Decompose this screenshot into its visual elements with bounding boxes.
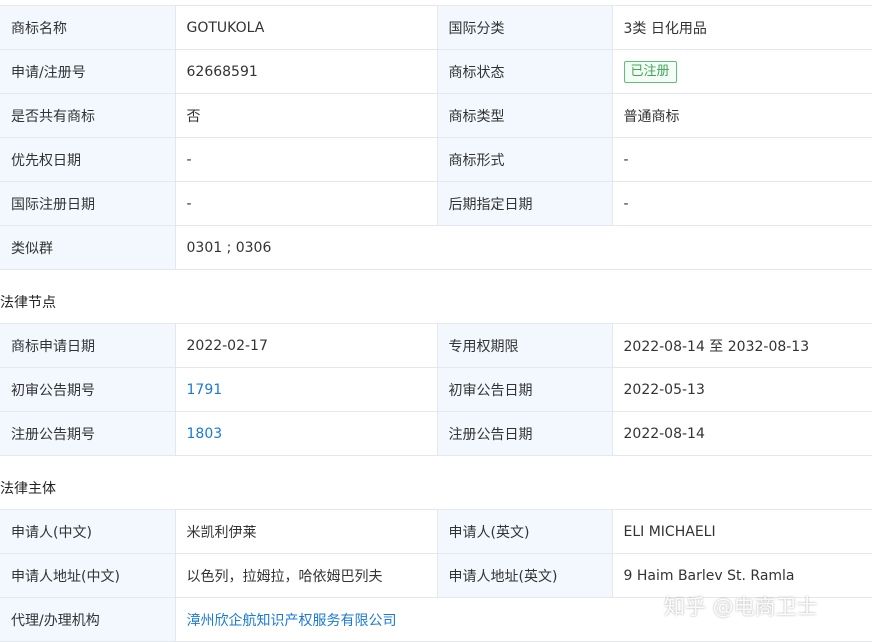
table-row: 商标名称 GOTUKOLA 国际分类 3类 日化用品 xyxy=(0,5,872,50)
exclusive-right-period-value: 2022-08-14 至 2032-08-13 xyxy=(611,323,872,368)
preliminary-date-value: 2022-05-13 xyxy=(611,367,872,412)
agency-link[interactable]: 漳州欣企航知识产权服务有限公司 xyxy=(187,613,397,629)
table-row: 申请人(中文) 米凯利伊莱 申请人(英文) ELI MICHAELI xyxy=(0,509,872,554)
field-label: 初审公告期号 xyxy=(0,367,176,412)
field-label: 优先权日期 xyxy=(0,137,176,182)
field-label: 商标申请日期 xyxy=(0,323,176,368)
applicant-cn-value: 米凯利伊莱 xyxy=(174,509,438,554)
field-label: 申请人地址(英文) xyxy=(436,553,613,598)
table-row: 初审公告期号 1791 初审公告日期 2022-05-13 xyxy=(0,367,872,412)
application-date-value: 2022-02-17 xyxy=(174,323,438,368)
field-label: 申请/注册号 xyxy=(0,49,176,94)
applicant-address-cn-value: 以色列，拉姆拉，哈依姆巴列夫 xyxy=(174,553,438,598)
field-label: 商标形式 xyxy=(436,137,613,182)
section-title-legal-nodes: 法律节点 xyxy=(0,295,56,311)
legal-entity-table: 申请人(中文) 米凯利伊莱 申请人(英文) ELI MICHAELI 申请人地址… xyxy=(0,509,872,642)
trademark-form-value: - xyxy=(611,137,872,182)
field-label: 申请人(中文) xyxy=(0,509,176,554)
field-label: 注册公告期号 xyxy=(0,411,176,456)
later-designation-date-value: - xyxy=(611,181,872,226)
registration-number: 62668591 xyxy=(174,49,438,94)
registration-issue-link[interactable]: 1803 xyxy=(187,426,223,442)
field-label: 申请人地址(中文) xyxy=(0,553,176,598)
preliminary-issue-cell: 1791 xyxy=(174,367,438,412)
field-label: 商标状态 xyxy=(436,49,613,94)
field-label: 是否共有商标 xyxy=(0,93,176,138)
field-label: 后期指定日期 xyxy=(436,181,613,226)
field-label: 类似群 xyxy=(0,225,176,270)
field-label: 国际注册日期 xyxy=(0,181,176,226)
status-cell: 已注册 xyxy=(611,49,872,94)
table-row: 商标申请日期 2022-02-17 专用权期限 2022-08-14 至 203… xyxy=(0,323,872,368)
field-label: 代理/办理机构 xyxy=(0,597,176,642)
shared-trademark-value: 否 xyxy=(174,93,438,138)
table-row: 优先权日期 - 商标形式 - xyxy=(0,137,872,182)
trademark-name: GOTUKOLA xyxy=(174,5,438,50)
field-label: 初审公告日期 xyxy=(436,367,613,412)
status-badge: 已注册 xyxy=(623,60,677,83)
section-title-legal-entity: 法律主体 xyxy=(0,481,56,497)
table-row: 国际注册日期 - 后期指定日期 - xyxy=(0,181,872,226)
field-label: 注册公告日期 xyxy=(436,411,613,456)
preliminary-issue-link[interactable]: 1791 xyxy=(187,382,223,398)
table-row: 类似群 0301 ; 0306 xyxy=(0,225,872,270)
field-label: 专用权期限 xyxy=(436,323,613,368)
legal-nodes-table: 商标申请日期 2022-02-17 专用权期限 2022-08-14 至 203… xyxy=(0,323,872,456)
table-row: 是否共有商标 否 商标类型 普通商标 xyxy=(0,93,872,138)
similar-group-value: 0301 ; 0306 xyxy=(174,225,872,270)
intl-registration-date-value: - xyxy=(174,181,438,226)
watermark: 知乎 @电商卫士 xyxy=(664,595,818,619)
field-label: 商标类型 xyxy=(436,93,613,138)
priority-date-value: - xyxy=(174,137,438,182)
field-label: 申请人(英文) xyxy=(436,509,613,554)
registration-date-value: 2022-08-14 xyxy=(611,411,872,456)
table-row: 注册公告期号 1803 注册公告日期 2022-08-14 xyxy=(0,411,872,456)
intl-class: 3类 日化用品 xyxy=(611,5,872,50)
field-label: 商标名称 xyxy=(0,5,176,50)
applicant-en-value: ELI MICHAELI xyxy=(611,509,872,554)
table-row: 申请/注册号 62668591 商标状态 已注册 xyxy=(0,49,872,94)
registration-issue-cell: 1803 xyxy=(174,411,438,456)
field-label: 国际分类 xyxy=(436,5,613,50)
basic-info-table: 商标名称 GOTUKOLA 国际分类 3类 日化用品 申请/注册号 626685… xyxy=(0,5,872,270)
trademark-type-value: 普通商标 xyxy=(611,93,872,138)
